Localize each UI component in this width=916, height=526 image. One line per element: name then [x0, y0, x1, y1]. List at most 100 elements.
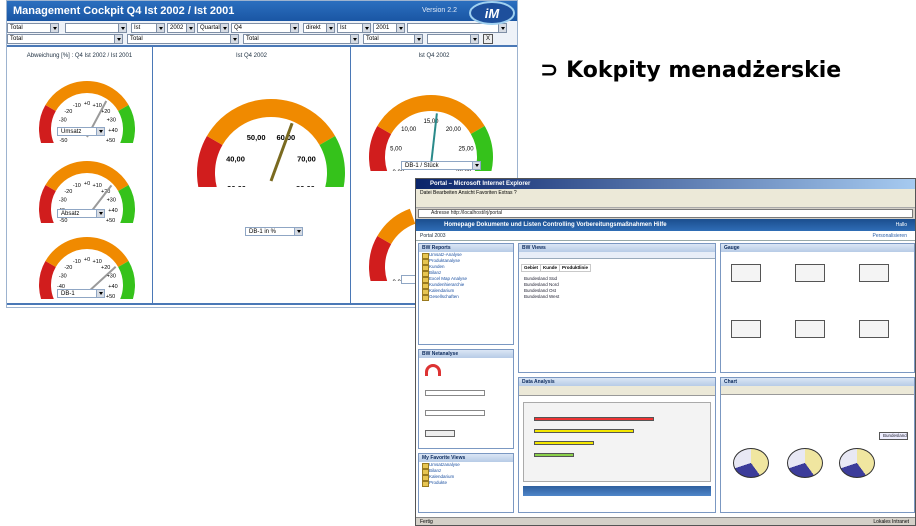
- favorites-pane: My Favorite Views Umsatzanalyse Bilanz Kal…: [418, 453, 514, 513]
- dropdown-arrow-icon[interactable]: [96, 128, 104, 135]
- dropdown-field[interactable]: [425, 410, 485, 416]
- gauge-measure-select[interactable]: Absatz: [57, 209, 105, 218]
- gauge-band: [118, 185, 135, 223]
- gauge-band: [118, 261, 135, 299]
- dropdown-arrow-icon[interactable]: [186, 24, 194, 32]
- filter-select[interactable]: 2002: [167, 23, 195, 33]
- gauge-tick-label: 0,00: [393, 170, 405, 171]
- dropdown-arrow-icon[interactable]: [96, 290, 104, 297]
- gauge-tick-label: -50: [59, 138, 67, 143]
- gauge-dial: 30,0040,0050,0060,0070,0080,00: [197, 99, 345, 187]
- gauge-tick-label: +50: [106, 294, 115, 299]
- favorites-title: My Favorite Views: [419, 454, 513, 462]
- filter-select[interactable]: Ist: [131, 23, 165, 33]
- legend-selector[interactable]: Bundesland: [879, 432, 908, 440]
- filter-select[interactable]: Total: [243, 34, 359, 44]
- gauge-tick-label: -10: [73, 259, 81, 265]
- gauge-tick-label: -10: [73, 183, 81, 189]
- center-panel-title: Ist Q4 2002: [235, 53, 268, 59]
- gauge-band: [377, 95, 485, 135]
- portal-greeting: Hallo: [895, 222, 907, 228]
- favorite-link[interactable]: Produkte: [419, 480, 513, 487]
- gauge-dial: 0,005,0010,0015,0020,0025,0030,00: [369, 95, 493, 171]
- filter-select[interactable]: [427, 34, 479, 44]
- dropdown-field[interactable]: [425, 390, 485, 396]
- portal-nav-bar[interactable]: Homepage Dokumente und Listen Controllin…: [416, 219, 915, 231]
- chart-bar: [534, 453, 574, 457]
- gauge-tick-label: 25,00: [459, 147, 475, 153]
- dropdown-arrow-icon[interactable]: [50, 24, 58, 32]
- gauge-band: [377, 208, 416, 245]
- data-analysis-pane: Data Analysis: [518, 377, 716, 513]
- analysis-tabs[interactable]: [523, 486, 711, 496]
- pie-chart: [733, 448, 769, 478]
- favorite-link-list: Umsatzanalyse Bilanz Kalendarium Produkte: [419, 462, 513, 487]
- gauge-tick-label: +20: [101, 265, 110, 271]
- filter-select[interactable]: Total: [7, 23, 59, 33]
- mini-gauge: [731, 320, 761, 338]
- dropdown-arrow-icon[interactable]: [326, 24, 334, 32]
- chart-toolbar[interactable]: [721, 386, 914, 395]
- personalize-link[interactable]: Personalisieren: [873, 231, 907, 241]
- gauge-tick-label: +40: [108, 208, 117, 214]
- apply-button[interactable]: [425, 430, 455, 437]
- gauge-tick-label: +40: [108, 284, 117, 290]
- report-link[interactable]: Gesellschaften: [419, 294, 513, 301]
- portal-nav-items[interactable]: Homepage Dokumente und Listen Controllin…: [444, 222, 667, 228]
- filter-select[interactable]: Total: [7, 34, 123, 44]
- grid-row[interactable]: Bundesland West: [521, 294, 559, 300]
- gauge-band: [369, 236, 392, 281]
- portal-window: Portal – Microsoft Internet Explorer Dat…: [415, 178, 916, 526]
- dropdown-arrow-icon[interactable]: [362, 24, 370, 32]
- status-bar: Fertig Lokales Intranet: [416, 517, 915, 525]
- filter-select[interactable]: Total: [127, 34, 239, 44]
- portal-title-bar: Portal – Microsoft Internet Explorer: [416, 179, 915, 189]
- dropdown-arrow-icon[interactable]: [156, 24, 164, 32]
- dropdown-arrow-icon[interactable]: [96, 210, 104, 217]
- gauge-measure-select[interactable]: DB-1: [57, 289, 105, 298]
- slide-heading: ⊃ Kokpity menadżerskie: [540, 58, 841, 83]
- dropdown-arrow-icon[interactable]: [470, 35, 478, 43]
- gauge-measure-select[interactable]: DB-1 in %: [245, 227, 303, 236]
- dropdown-arrow-icon[interactable]: [472, 162, 480, 169]
- dropdown-arrow-icon[interactable]: [350, 35, 358, 43]
- bw-reports-title: BW Reports: [419, 244, 513, 252]
- slide: Management Cockpit Q4 Ist 2002 / Ist 200…: [0, 0, 916, 526]
- filter-select[interactable]: 2001: [373, 23, 405, 33]
- mini-gauge: [859, 320, 889, 338]
- dropdown-arrow-icon[interactable]: [414, 35, 422, 43]
- reset-filter-button[interactable]: X: [483, 34, 493, 44]
- filter-select[interactable]: Ist: [337, 23, 371, 33]
- dropdown-arrow-icon[interactable]: [290, 24, 298, 32]
- gauge-tick-label: +0: [84, 101, 90, 107]
- status-text: Fertig: [420, 519, 433, 525]
- portal-menu-bar[interactable]: Datei Bearbeiten Ansicht Favoriten Extra…: [416, 189, 915, 197]
- gauge-tick-label: +30: [107, 198, 116, 204]
- mini-gauge: [795, 320, 825, 338]
- filter-select[interactable]: direkt: [303, 23, 335, 33]
- gauge-tick-label: 5,00: [390, 147, 402, 153]
- filter-select[interactable]: [65, 23, 127, 33]
- gauge-tick-label: -10: [73, 103, 81, 109]
- gauge-needle: [269, 122, 294, 182]
- browser-toolbar[interactable]: [416, 197, 915, 208]
- portal-content: BW Reports Umsatz-Analyse Produktanalyse K…: [416, 241, 915, 519]
- view-toolbar[interactable]: [519, 252, 715, 259]
- analysis-toolbar[interactable]: [519, 386, 715, 396]
- filter-select[interactable]: Total: [363, 34, 423, 44]
- address-bar[interactable]: Adresse http://localhost/irj/portal: [418, 209, 913, 218]
- gauge-tick-label: -20: [64, 109, 72, 115]
- dropdown-arrow-icon[interactable]: [396, 24, 404, 32]
- version-label: Version 2.2: [421, 7, 457, 14]
- filter-select[interactable]: Q4: [231, 23, 299, 33]
- filter-select[interactable]: Quartal: [197, 23, 229, 33]
- grid-header-cell: Produktlinie: [559, 264, 592, 272]
- dropdown-arrow-icon[interactable]: [294, 228, 302, 235]
- gauge-measure-select[interactable]: DB-1 / Stück: [401, 161, 481, 170]
- dropdown-arrow-icon[interactable]: [230, 35, 238, 43]
- gauge-tick-label: -20: [64, 189, 72, 195]
- dropdown-arrow-icon[interactable]: [114, 35, 122, 43]
- dropdown-arrow-icon[interactable]: [220, 24, 228, 32]
- dropdown-arrow-icon[interactable]: [118, 24, 126, 32]
- gauge-measure-select[interactable]: Umsatz: [57, 127, 105, 136]
